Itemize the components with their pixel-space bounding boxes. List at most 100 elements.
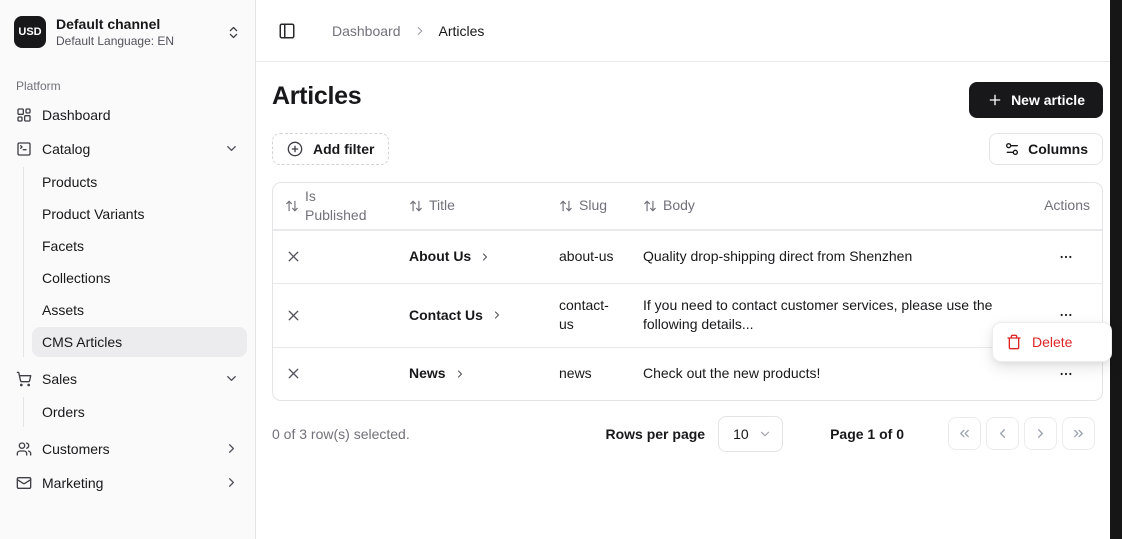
sidebar-item-label: Product Variants: [42, 206, 144, 222]
chevron-right-icon: [224, 475, 239, 490]
sidebar-nav: Dashboard Catalog Products Product Varia…: [8, 99, 247, 499]
first-page-button[interactable]: [948, 417, 981, 450]
sidebar-item-assets[interactable]: Assets: [32, 295, 247, 325]
title-row: Articles New article: [272, 82, 1103, 118]
sidebar-item-label: Sales: [42, 371, 77, 387]
chevron-left-icon: [995, 426, 1010, 441]
sidebar-item-label: Catalog: [42, 141, 90, 157]
ellipsis-icon: [1058, 307, 1074, 323]
channel-meta: Default channel Default Language: EN: [56, 16, 216, 49]
sidebar-item-products[interactable]: Products: [32, 167, 247, 197]
sidebar-item-catalog[interactable]: Catalog: [8, 133, 247, 165]
previous-page-button[interactable]: [986, 417, 1019, 450]
sidebar-item-marketing[interactable]: Marketing: [8, 467, 247, 499]
sidebar-item-dashboard[interactable]: Dashboard: [8, 99, 247, 131]
row-actions-button[interactable]: [1052, 243, 1080, 271]
columns-button[interactable]: Columns: [989, 133, 1103, 165]
filter-row: Add filter Columns: [272, 133, 1103, 165]
sidebar-item-label: Products: [42, 174, 97, 190]
delete-menu-item[interactable]: Delete: [998, 328, 1106, 356]
article-title: Contact Us: [409, 306, 483, 326]
article-title-link[interactable]: About Us: [409, 247, 491, 267]
sales-subnav: Orders: [23, 397, 247, 427]
plus-icon: [987, 92, 1003, 108]
topbar: Dashboard Articles: [256, 0, 1110, 62]
header-body: Body: [631, 192, 1006, 219]
table-footer: 0 of 3 row(s) selected. Rows per page 10…: [272, 416, 1103, 452]
add-filter-label: Add filter: [313, 141, 374, 157]
slug-cell: about-us: [547, 235, 631, 279]
square-terminal-icon: [16, 141, 32, 157]
slug-cell: contact-us: [547, 284, 631, 347]
rows-per-page-value: 10: [733, 426, 749, 442]
ellipsis-icon: [1058, 366, 1074, 382]
page-title: Articles: [272, 82, 361, 111]
last-page-button[interactable]: [1062, 417, 1095, 450]
article-title-link[interactable]: Contact Us: [409, 306, 503, 326]
chevrons-left-icon: [957, 426, 972, 441]
sidebar-item-label: CMS Articles: [42, 334, 122, 350]
row-actions-button[interactable]: [1052, 360, 1080, 388]
chevron-down-icon: [224, 141, 239, 156]
sidebar: USD Default channel Default Language: EN…: [0, 0, 256, 539]
body-cell: Quality drop-shipping direct from Shenzh…: [631, 235, 1006, 279]
page-info: Page 1 of 0: [830, 426, 904, 442]
rows-per-page-label: Rows per page: [605, 426, 705, 442]
sidebar-item-collections[interactable]: Collections: [32, 263, 247, 293]
sort-icon[interactable]: [285, 199, 299, 213]
new-article-button[interactable]: New article: [969, 82, 1103, 118]
title-cell: Contact Us: [397, 294, 547, 338]
app-root: USD Default channel Default Language: EN…: [0, 0, 1122, 539]
chevron-right-icon: [413, 24, 427, 38]
selection-info: 0 of 3 row(s) selected.: [272, 426, 605, 442]
chevrons-up-down-icon: [226, 25, 241, 40]
header-slug: Slug: [547, 192, 631, 219]
article-title-link[interactable]: News: [409, 364, 466, 384]
header-label: Slug: [579, 196, 607, 215]
sort-icon[interactable]: [409, 199, 423, 213]
channel-name: Default channel: [56, 16, 216, 34]
published-status-cell: [273, 295, 397, 336]
channel-avatar: USD: [14, 16, 46, 48]
add-filter-button[interactable]: Add filter: [272, 133, 389, 165]
sort-icon[interactable]: [559, 199, 573, 213]
sidebar-item-sales[interactable]: Sales: [8, 363, 247, 395]
rows-per-page: Rows per page 10: [605, 416, 783, 452]
catalog-subnav: Products Product Variants Facets Collect…: [23, 167, 247, 357]
shopping-cart-icon: [16, 371, 32, 387]
sidebar-item-cms-articles[interactable]: CMS Articles: [32, 327, 247, 357]
article-title: About Us: [409, 247, 471, 267]
breadcrumb-dashboard-link[interactable]: Dashboard: [332, 23, 401, 39]
circle-plus-icon: [287, 141, 303, 157]
table-row: About Us about-us Quality drop-shipping …: [273, 230, 1102, 283]
breadcrumb: Dashboard Articles: [332, 23, 484, 39]
sidebar-toggle-button[interactable]: [272, 16, 302, 46]
trash-icon: [1006, 334, 1022, 350]
body-cell: Check out the new products!: [631, 352, 1006, 396]
sidebar-item-facets[interactable]: Facets: [32, 231, 247, 261]
sidebar-item-customers[interactable]: Customers: [8, 433, 247, 465]
page-content: Articles New article Add filter: [256, 62, 1110, 452]
header-label: Body: [663, 196, 695, 215]
channel-switcher[interactable]: USD Default channel Default Language: EN: [8, 12, 247, 53]
title-cell: News: [397, 352, 547, 396]
new-article-label: New article: [1011, 92, 1085, 108]
slug-cell: news: [547, 352, 631, 396]
table-row: News news Check out the new products!: [273, 347, 1102, 400]
ellipsis-icon: [1058, 249, 1074, 265]
article-title: News: [409, 364, 446, 384]
next-page-button[interactable]: [1024, 417, 1057, 450]
table-header-row: Is Published Title Slug: [273, 183, 1102, 230]
rows-per-page-select[interactable]: 10: [718, 416, 783, 452]
screen-edge-strip: [1110, 0, 1122, 539]
header-label: Is Published: [305, 187, 375, 225]
header-is-published: Is Published: [273, 183, 397, 229]
actions-cell: [1006, 231, 1102, 283]
chevron-right-icon: [1033, 426, 1048, 441]
sidebar-item-orders[interactable]: Orders: [32, 397, 247, 427]
sort-icon[interactable]: [643, 199, 657, 213]
chevron-right-icon: [454, 368, 466, 380]
sliders-icon: [1004, 141, 1020, 157]
sidebar-item-product-variants[interactable]: Product Variants: [32, 199, 247, 229]
sidebar-group-label: Platform: [16, 79, 247, 93]
